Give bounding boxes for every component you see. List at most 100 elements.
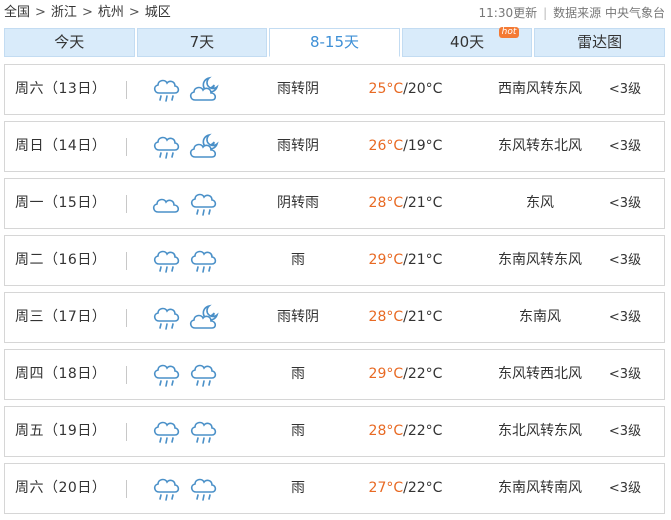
low-temperature: 21°C [407, 195, 443, 211]
low-temperature: 22°C [407, 480, 443, 496]
forecast-row[interactable]: 周六（20日） 雨 27°C/22°C 东南风转南风 <3级 [4, 463, 665, 514]
high-temperature: 27°C [368, 480, 404, 496]
rain-cloud-icon [188, 190, 220, 218]
temperature-range: 29°C/21°C [353, 236, 458, 285]
weather-condition: 雨 [291, 480, 305, 496]
forecast-date: 周日（14日） [15, 138, 107, 154]
breadcrumb-province[interactable]: 浙江 [51, 5, 77, 20]
hot-badge: hot [498, 27, 520, 38]
row-divider [126, 81, 127, 99]
breadcrumb: 全国 > 浙江 > 杭州 > 城区 [4, 0, 171, 26]
low-temperature: 21°C [407, 309, 443, 325]
high-temperature: 28°C [368, 423, 404, 439]
low-temperature: 20°C [407, 81, 443, 97]
high-temperature: 29°C [368, 366, 404, 382]
breadcrumb-district[interactable]: 城区 [145, 5, 171, 20]
breadcrumb-national[interactable]: 全国 [4, 5, 30, 20]
forecast-date: 周六（20日） [15, 480, 107, 496]
header-bar: 全国 > 浙江 > 杭州 > 城区 11:30更新 | 数据来源 中央气象台 [0, 0, 671, 26]
weather-icons [151, 190, 220, 218]
forecast-row[interactable]: 周二（16日） 雨 29°C/21°C 东南风转东风 <3级 [4, 235, 665, 286]
low-temperature: 21°C [407, 252, 443, 268]
rain-cloud-icon [151, 475, 183, 503]
low-temperature: 19°C [407, 138, 443, 154]
forecast-row[interactable]: 周三（17日） 雨转阴 28°C/21°C 东南风 <3级 [4, 292, 665, 343]
weather-condition: 雨 [291, 252, 305, 268]
weather-condition: 雨 [291, 423, 305, 439]
breadcrumb-separator: > [81, 5, 93, 20]
low-temperature: 22°C [407, 423, 443, 439]
tab-7-days[interactable]: 7天 [136, 28, 268, 57]
moon-cloud-icon [188, 133, 220, 161]
wind-level: <3级 [608, 82, 642, 97]
forecast-date: 周一（15日） [15, 195, 107, 211]
forecast-list: 周六（13日） 雨转阴 25°C/20°C 西南风转东风 <3级 周日（14日）… [4, 64, 665, 520]
update-time: 11:30更新 [478, 6, 538, 20]
weather-icons [151, 247, 220, 275]
tab-today[interactable]: 今天 [4, 28, 135, 57]
high-temperature: 26°C [368, 138, 404, 154]
weather-condition: 阴转雨 [277, 195, 319, 211]
row-divider [126, 195, 127, 213]
weather-condition: 雨转阴 [277, 138, 319, 154]
high-temperature: 25°C [368, 81, 404, 97]
rain-cloud-icon [151, 361, 183, 389]
low-temperature: 22°C [407, 366, 443, 382]
temperature-range: 27°C/22°C [353, 464, 458, 513]
wind-level: <3级 [608, 481, 642, 496]
high-temperature: 28°C [368, 195, 404, 211]
weather-condition: 雨 [291, 366, 305, 382]
forecast-date: 周五（19日） [15, 423, 107, 439]
meta-divider: | [543, 6, 548, 20]
forecast-date: 周四（18日） [15, 366, 107, 382]
row-divider [126, 366, 127, 384]
breadcrumb-separator: > [128, 5, 140, 20]
temperature-range: 28°C/22°C [353, 407, 458, 456]
tab-40-days[interactable]: 40天 hot [401, 27, 533, 57]
tab-label: 今天 [54, 33, 85, 51]
rain-cloud-icon [151, 304, 183, 332]
wind-level: <3级 [608, 310, 642, 325]
temperature-range: 26°C/19°C [353, 122, 458, 171]
forecast-tabs: 今天 7天 8-15天 40天 hot 雷达图 [4, 27, 665, 57]
forecast-row[interactable]: 周六（13日） 雨转阴 25°C/20°C 西南风转东风 <3级 [4, 64, 665, 115]
wind-level: <3级 [608, 424, 642, 439]
row-divider [126, 480, 127, 498]
wind-level: <3级 [608, 367, 642, 382]
moon-cloud-icon [188, 304, 220, 332]
row-divider [126, 252, 127, 270]
high-temperature: 28°C [368, 309, 404, 325]
rain-cloud-icon [188, 475, 220, 503]
moon-cloud-icon [188, 76, 220, 104]
weather-icons [151, 304, 220, 332]
tab-8-15-days[interactable]: 8-15天 [269, 28, 400, 57]
forecast-row[interactable]: 周五（19日） 雨 28°C/22°C 东北风转东风 <3级 [4, 406, 665, 457]
rain-cloud-icon [151, 76, 183, 104]
wind-level: <3级 [608, 139, 642, 154]
forecast-row[interactable]: 周四（18日） 雨 29°C/22°C 东风转西北风 <3级 [4, 349, 665, 400]
forecast-row[interactable]: 周日（14日） 雨转阴 26°C/19°C 东风转东北风 <3级 [4, 121, 665, 172]
forecast-date: 周二（16日） [15, 252, 107, 268]
rain-cloud-icon [188, 418, 220, 446]
forecast-row[interactable]: 周一（15日） 阴转雨 28°C/21°C 东风 <3级 [4, 178, 665, 229]
wind-level: <3级 [608, 196, 642, 211]
tab-label: 雷达图 [577, 33, 623, 51]
high-temperature: 29°C [368, 252, 404, 268]
tab-label: 8-15天 [309, 33, 359, 51]
weather-icons [151, 361, 220, 389]
breadcrumb-separator: > [35, 5, 46, 20]
cloud-icon [151, 190, 183, 218]
temperature-range: 28°C/21°C [353, 179, 458, 228]
rain-cloud-icon [151, 133, 183, 161]
weather-icons [151, 475, 220, 503]
forecast-date: 周三（17日） [15, 309, 107, 325]
rain-cloud-icon [188, 361, 220, 389]
weather-icons [151, 418, 220, 446]
breadcrumb-city[interactable]: 杭州 [98, 5, 124, 20]
weather-icons [151, 133, 220, 161]
temperature-range: 29°C/22°C [353, 350, 458, 399]
weather-condition: 雨转阴 [277, 81, 319, 97]
data-source: 数据来源 中央气象台 [553, 6, 665, 20]
tab-radar[interactable]: 雷达图 [534, 28, 665, 57]
rain-cloud-icon [151, 247, 183, 275]
